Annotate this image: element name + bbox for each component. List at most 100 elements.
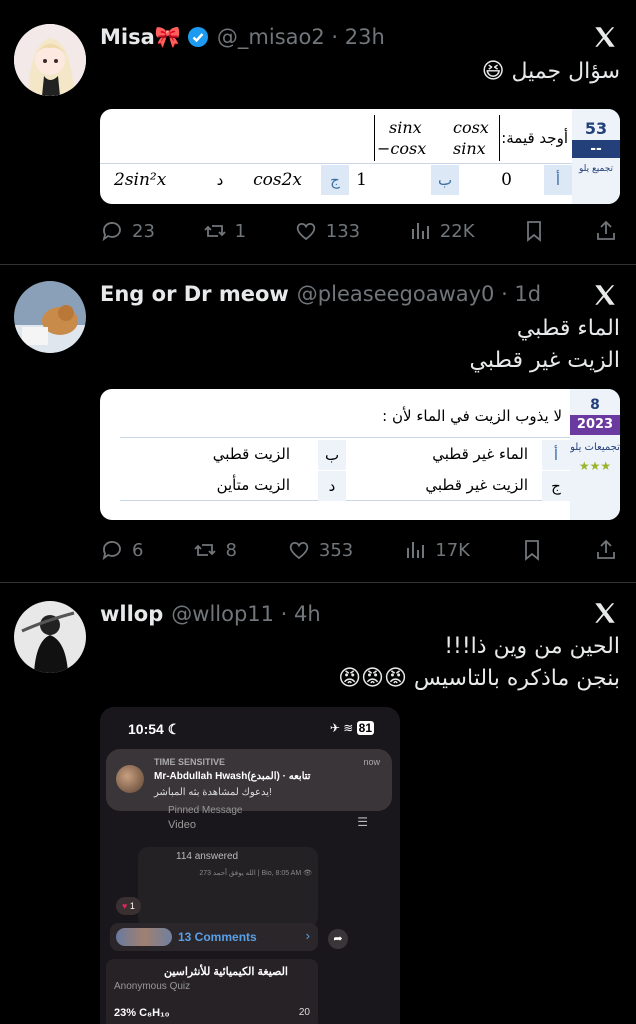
- question-dashes: --: [572, 140, 620, 158]
- side-label: تجميعات يلو: [570, 442, 620, 453]
- views-button[interactable]: 17K: [403, 538, 470, 562]
- tweet-text: الماء قطبي الزيت غير قطبي: [120, 313, 621, 377]
- option-letter: ب: [431, 165, 459, 195]
- comments-count: 13 Comments: [178, 930, 257, 944]
- tweet-header: Misa🎀 @_misao2 · 23h: [100, 22, 385, 52]
- quiz-card[interactable]: الصيغة الكيميائية للأنثراسين Anonymous Q…: [106, 959, 318, 1024]
- reaction-chip[interactable]: ♥ 1: [116, 897, 141, 915]
- option-value: 2sin²x: [114, 170, 167, 190]
- share-icon: [597, 539, 615, 559]
- question-text: أوجد قيمة:: [501, 129, 568, 147]
- retweet-button[interactable]: 8: [193, 538, 237, 562]
- option-value: الزيت غير قطبي: [425, 476, 528, 494]
- verified-icon: [187, 26, 209, 48]
- like-button[interactable]: 133: [294, 219, 360, 243]
- commenter-avatars: [116, 928, 172, 946]
- x-logo-icon[interactable]: [592, 600, 618, 626]
- forward-icon[interactable]: ➦: [328, 929, 348, 949]
- tweet-text-line: الزيت غير قطبي: [469, 348, 621, 373]
- tweet-text-line: الماء قطبي: [516, 316, 620, 341]
- tweet-image-phone[interactable]: 10:54 ☾ ✈ ≋ 81 TIME SENSITIVE now Mr-Abd…: [100, 707, 400, 1024]
- views-count: 17K: [435, 539, 470, 561]
- heart-icon: [289, 541, 309, 560]
- views-button[interactable]: 22K: [408, 219, 475, 243]
- avatar[interactable]: [14, 281, 86, 353]
- retweet-count: 8: [225, 539, 237, 561]
- display-name[interactable]: Misa🎀: [100, 25, 181, 50]
- notification-banner[interactable]: TIME SENSITIVE now Mr-Abdullah Hwash(الم…: [106, 749, 392, 811]
- reply-count: 6: [132, 539, 144, 561]
- tweet[interactable]: Misa🎀 @_misao2 · 23h سؤال جميل 😆 53 -- ت…: [0, 0, 636, 265]
- tweet-header: wllop @wllop11 · 4h: [100, 599, 321, 629]
- option-letter: د: [206, 165, 234, 195]
- chat-bubble: 114 answered 273 الله يوفق أحمد | Bio, 8…: [138, 847, 318, 927]
- quiz-number: 20: [298, 1007, 310, 1018]
- views-count: 22K: [439, 220, 475, 242]
- share-button[interactable]: [594, 219, 618, 243]
- notification-text: يدعوك لمشاهدة بثه المباشر!: [154, 787, 272, 798]
- views-icon: [407, 542, 425, 558]
- display-name[interactable]: Eng or Dr meow: [100, 282, 289, 306]
- matrix-cell: sinx: [453, 139, 486, 158]
- options-grid: أ الماء غير قطبي ب الزيت قطبي ج الزيت غي…: [120, 437, 570, 501]
- option-letter: أ: [544, 165, 572, 195]
- tweet-actions: 6 8 353 17K: [100, 535, 618, 565]
- tweet-text: الحين من وين ذا!!! بنجن ماذكره بالتاسيس …: [100, 631, 620, 695]
- question-side-panel: 8 2023 تجميعات يلو ★★★: [570, 389, 620, 520]
- question-number: 8: [590, 397, 600, 413]
- handle-time[interactable]: @_misao2 · 23h: [217, 25, 385, 49]
- retweet-button[interactable]: 1: [203, 219, 246, 243]
- bookmark-button[interactable]: [522, 219, 546, 243]
- tweet-image-card[interactable]: 53 -- تجميع يلو أوجد قيمة: sinx cosx −co…: [100, 109, 620, 204]
- options-row: أ 0 ب 1 ج cos2x د 2sin²x: [100, 163, 572, 195]
- matrix: sinx cosx −cosx sinx: [374, 115, 500, 161]
- battery-level: 81: [356, 721, 374, 735]
- like-count: 353: [318, 539, 354, 561]
- tweet-image-card[interactable]: 8 2023 تجميعات يلو ★★★ لا يذوب الزيت في …: [100, 389, 620, 520]
- question-text: لا يذوب الزيت في الماء لأن :: [382, 407, 562, 425]
- views-icon: [411, 223, 429, 239]
- question-side-panel: 53 -- تجميع يلو: [572, 109, 620, 204]
- stars: ★★★: [578, 459, 612, 473]
- bookmark-icon: [527, 221, 542, 242]
- share-button[interactable]: [594, 538, 618, 562]
- display-name[interactable]: wllop: [100, 602, 163, 626]
- option-value: 1: [356, 170, 367, 190]
- heart-reaction-icon: ♥: [122, 901, 128, 911]
- tweet-actions: 23 1 133 22K: [100, 216, 618, 246]
- handle-time[interactable]: @pleaseegoaway0 · 1d: [297, 282, 541, 306]
- comments-bar[interactable]: 13 Comments ›: [110, 923, 318, 951]
- reply-button[interactable]: 23: [100, 219, 155, 243]
- avatar[interactable]: [14, 24, 86, 96]
- reply-icon: [102, 541, 121, 561]
- notification-title: Mr-Abdullah Hwash(المبدع) · تتابعه: [154, 771, 311, 782]
- tweet-header: Eng or Dr meow @pleaseegoaway0 · 1d: [100, 279, 541, 309]
- x-logo-icon[interactable]: [592, 24, 618, 50]
- pinned-message: Pinned Message Video ☰: [122, 805, 378, 837]
- quiz-title: الصيغة الكيميائية للأنثراسين: [163, 966, 288, 978]
- like-button[interactable]: 353: [287, 538, 353, 562]
- handle-time[interactable]: @wllop11 · 4h: [171, 602, 320, 626]
- tweet[interactable]: Eng or Dr meow @pleaseegoaway0 · 1d الما…: [0, 265, 636, 583]
- tweet-text-line: الحين من وين ذا!!!: [444, 634, 620, 659]
- question-year: 2023: [570, 415, 620, 435]
- matrix-cell: −cosx: [377, 139, 427, 158]
- notification-avatar: [116, 765, 144, 793]
- notification-time: now: [363, 757, 380, 767]
- option-letter: ب: [318, 440, 346, 470]
- reaction-count: 1: [129, 901, 135, 911]
- option-value: الماء غير قطبي: [432, 445, 528, 463]
- notification-label: TIME SENSITIVE: [154, 757, 226, 767]
- pinned-list-icon[interactable]: ☰: [357, 815, 368, 829]
- chevron-right-icon: ›: [305, 928, 310, 943]
- post-meta: 273 الله يوفق أحمد | Bio, 8:05 AM 👁: [199, 870, 312, 877]
- bookmark-button[interactable]: [520, 538, 544, 562]
- reply-icon: [102, 222, 121, 242]
- option-letter: ج: [542, 471, 570, 501]
- x-logo-icon[interactable]: [592, 282, 618, 308]
- tweet[interactable]: wllop @wllop11 · 4h الحين من وين ذا!!! ب…: [0, 583, 636, 1024]
- reply-button[interactable]: 6: [100, 538, 143, 562]
- status-time: 10:54 ☾: [128, 721, 181, 737]
- matrix-cell: cosx: [453, 118, 489, 137]
- avatar[interactable]: [14, 601, 86, 673]
